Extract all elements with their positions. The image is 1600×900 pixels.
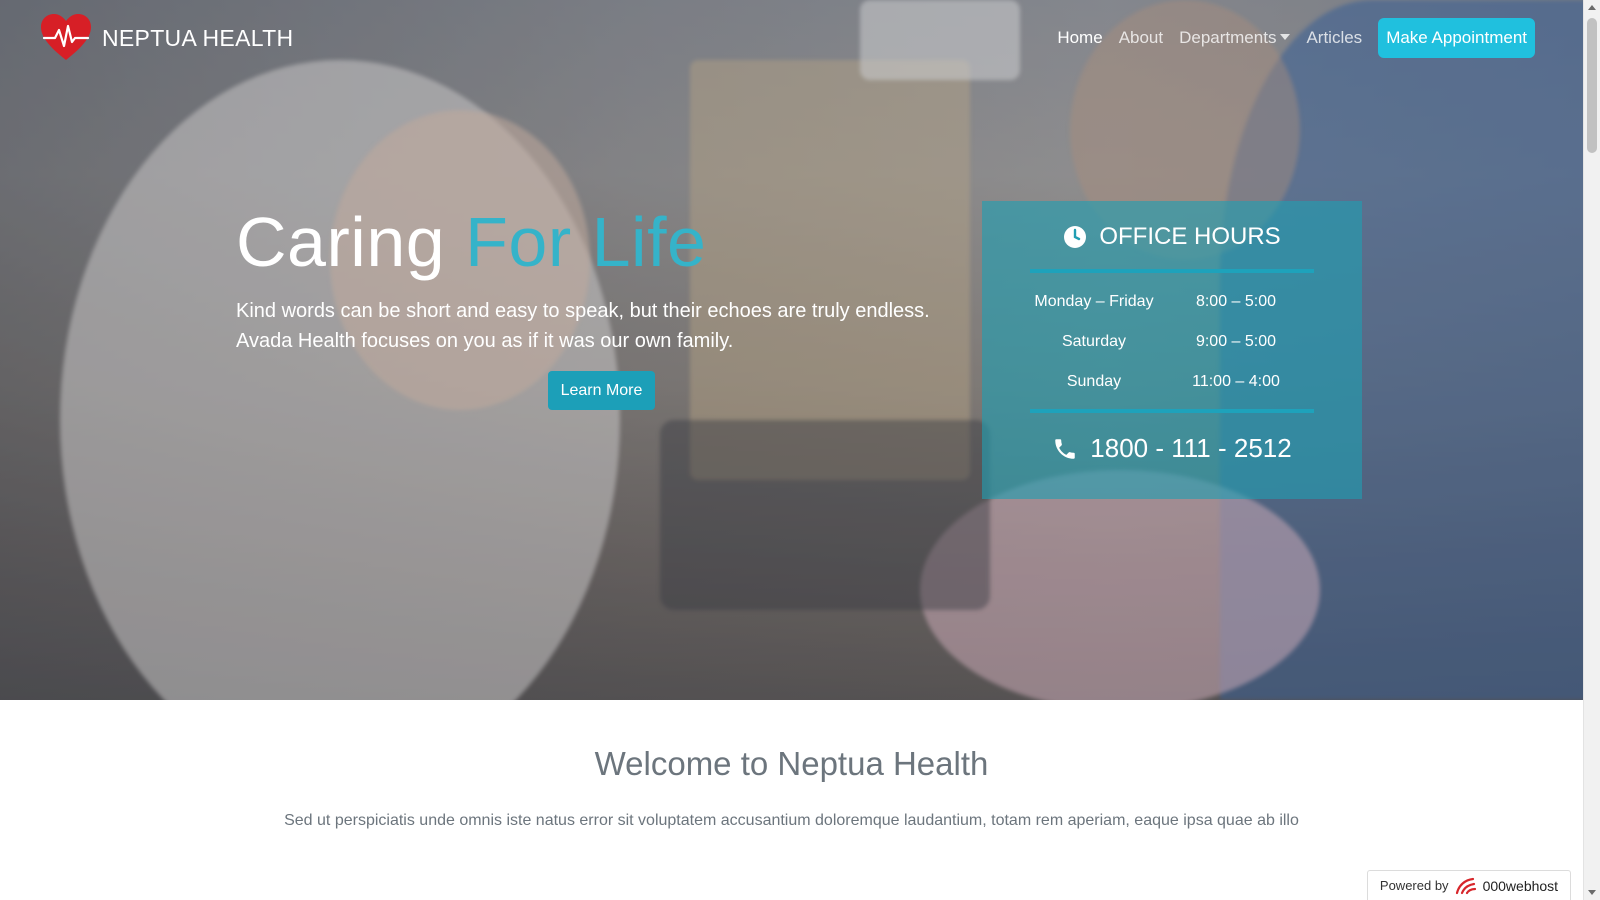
hours-row: Sunday 11:00 – 4:00	[1030, 373, 1314, 391]
hours-time: 8:00 – 5:00	[1195, 293, 1277, 310]
brand-logo[interactable]: NEPTUA HEALTH	[40, 14, 293, 62]
scroll-thumb[interactable]	[1587, 18, 1597, 153]
powered-by-brand: 000webhost	[1482, 877, 1559, 894]
learn-more-button[interactable]: Learn More	[548, 371, 655, 410]
heart-pulse-icon	[41, 14, 91, 60]
hours-time: 11:00 – 4:00	[1192, 373, 1280, 390]
nav-departments-label: Departments	[1179, 28, 1277, 47]
main-nav: Home About Departments Articles Make App…	[1049, 18, 1535, 58]
hero-subtitle-line: Kind words can be short and easy to spea…	[236, 300, 930, 322]
hours-day: Sunday	[1066, 373, 1122, 390]
brand-name: NEPTUA HEALTH	[102, 24, 294, 51]
scroll-up-arrow-icon[interactable]	[1588, 5, 1596, 10]
hero-title: Caring For Life	[236, 202, 706, 282]
hours-row: Saturday 9:00 – 5:00	[1030, 333, 1314, 351]
hours-day: Monday – Friday	[1034, 293, 1154, 310]
office-phone[interactable]: 1800 - 111 - 2512	[982, 433, 1362, 464]
nav-home-link[interactable]: Home	[1049, 28, 1110, 48]
divider	[1030, 269, 1314, 273]
powered-by-prefix: Powered by	[1379, 878, 1449, 893]
hero-title-accent: For Life	[465, 203, 707, 281]
office-hours-card: OFFICE HOURS Monday – Friday 8:00 – 5:00…	[982, 201, 1362, 499]
hero-section: NEPTUA HEALTH Home About Departments Art…	[0, 0, 1583, 700]
hero-title-main: Caring	[236, 203, 466, 281]
scroll-down-arrow-icon[interactable]	[1588, 890, 1596, 895]
hours-day: Saturday	[1061, 333, 1127, 350]
webhost-logo-icon	[1455, 877, 1476, 894]
welcome-text: Sed ut perspiciatis unde omnis iste natu…	[284, 812, 1299, 829]
office-hours-title: OFFICE HOURS	[1099, 223, 1281, 250]
welcome-title: Welcome to Neptua Health	[594, 745, 989, 782]
nav-articles-link[interactable]: Articles	[1298, 28, 1370, 48]
hours-time: 9:00 – 5:00	[1195, 333, 1277, 350]
powered-by-badge[interactable]: Powered by 000webhost	[1367, 870, 1571, 900]
nav-about-link[interactable]: About	[1111, 28, 1171, 48]
hours-row: Monday – Friday 8:00 – 5:00	[1030, 293, 1314, 311]
nav-departments-dropdown[interactable]: Departments	[1171, 28, 1298, 48]
hero-subtitle: Kind words can be short and easy to spea…	[236, 296, 956, 356]
clock-icon	[1064, 226, 1087, 248]
office-hours-header: OFFICE HOURS	[982, 223, 1362, 251]
caret-down-icon	[1280, 33, 1291, 40]
hero-subtitle-line: Avada Health focuses on you as if it was…	[236, 330, 734, 352]
divider	[1030, 409, 1314, 413]
office-phone-number: 1800 - 111 - 2512	[1090, 433, 1292, 463]
phone-icon	[1055, 438, 1076, 459]
page-scrollbar[interactable]	[1583, 0, 1600, 900]
make-appointment-button[interactable]: Make Appointment	[1378, 18, 1535, 58]
